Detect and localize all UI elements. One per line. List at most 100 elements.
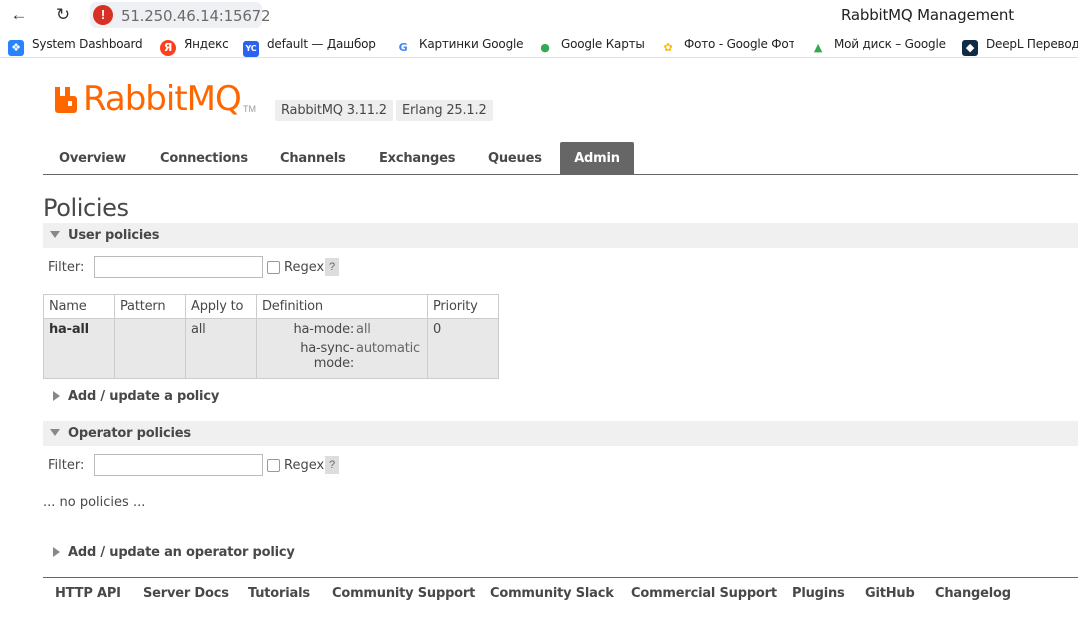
help-icon[interactable]: ? <box>325 456 339 474</box>
version-badge: RabbitMQ 3.11.2 <box>275 100 393 121</box>
bookmark-label: Картинки Google <box>419 37 524 51</box>
regex-label: Regex <box>284 260 325 275</box>
bookmark-label: Фото - Google Фот <box>684 37 794 51</box>
policy-priority: 0 <box>427 318 499 379</box>
address-text: 51.250.46.14:15672 <box>121 7 271 25</box>
bookmarks-bar: ❖ System Dashboard Я Яндекс YC default — Да… <box>0 32 1078 58</box>
section-title: User policies <box>68 228 160 243</box>
bookmark-yandex[interactable]: Я Яндекс <box>160 37 230 56</box>
regex-label: Regex <box>284 458 325 473</box>
footer-link-github[interactable]: GitHub <box>865 586 915 601</box>
section-title: Operator policies <box>68 426 191 441</box>
no-policies-text: ... no policies ... <box>43 495 146 510</box>
user-policies-filter-input[interactable] <box>94 256 263 278</box>
section-title: Add / update a policy <box>68 389 220 404</box>
bookmark-google-images[interactable]: G Картинки Google <box>395 37 525 56</box>
chevron-down-icon <box>50 429 60 436</box>
reload-icon[interactable]: ↻ <box>52 4 74 26</box>
definition-key: ha-mode: <box>293 322 355 337</box>
warning-icon: ! <box>93 5 113 25</box>
policy-name-link[interactable]: ha-all <box>43 318 115 379</box>
user-policies-regex-checkbox[interactable] <box>267 261 280 274</box>
footer-link-http-api[interactable]: HTTP API <box>55 586 121 601</box>
bookmark-label: Яндекс <box>184 37 229 51</box>
definition-value: automatic <box>356 341 420 356</box>
logo-trademark: TM <box>243 104 256 114</box>
table-row[interactable]: ha-all all ha-mode: all ha-sync-mode: au… <box>43 318 499 379</box>
chevron-down-icon <box>50 231 60 238</box>
footer-links: HTTP API Server Docs Tutorials Community… <box>43 577 1078 607</box>
definition-row: ha-sync-mode: automatic <box>262 341 422 375</box>
bookmark-label: Мой диск – Google <box>834 37 946 51</box>
filter-label: Filter: <box>48 458 85 473</box>
footer-link-changelog[interactable]: Changelog <box>935 586 1011 601</box>
footer-link-community-slack[interactable]: Community Slack <box>490 586 614 601</box>
jira-icon: ❖ <box>8 40 24 56</box>
window-title: RabbitMQ Management <box>841 6 1014 24</box>
browser-toolbar: ← ↻ ! 51.250.46.14:15672 RabbitMQ Manage… <box>0 0 1078 30</box>
column-header-pattern: Pattern <box>114 294 186 319</box>
bookmark-system-dashboard[interactable]: ❖ System Dashboard <box>8 37 142 56</box>
bookmark-label: Google Карты <box>561 37 645 51</box>
photos-icon: ✿ <box>660 40 676 56</box>
help-icon[interactable]: ? <box>325 258 339 276</box>
bookmark-label: DeepL Перевод <box>986 37 1078 51</box>
page-title: Policies <box>43 194 129 222</box>
policy-definition: ha-mode: all ha-sync-mode: automatic <box>256 318 428 379</box>
tab-exchanges[interactable]: Exchanges <box>363 142 471 174</box>
policy-apply-to: all <box>185 318 257 379</box>
chevron-right-icon <box>53 391 60 401</box>
bookmark-label: System Dashboard <box>32 37 142 51</box>
bookmark-google-drive[interactable]: ▲ Мой диск – Google <box>810 37 946 56</box>
yc-icon: YC <box>243 41 259 57</box>
address-bar[interactable]: ! 51.250.46.14:15672 <box>90 2 271 28</box>
tab-connections[interactable]: Connections <box>144 142 264 174</box>
column-header-priority: Priority <box>427 294 499 319</box>
bookmark-label: default — Дашбор <box>267 37 376 51</box>
user-policies-header[interactable]: User policies <box>43 223 1078 248</box>
footer-link-tutorials[interactable]: Tutorials <box>248 586 310 601</box>
definition-row: ha-mode: all <box>262 322 422 341</box>
maps-icon: ● <box>537 40 553 56</box>
back-arrow-icon[interactable]: ← <box>8 4 30 26</box>
add-policy-header[interactable]: Add / update a policy <box>43 384 1078 409</box>
table-header-row: Name Pattern Apply to Definition Priorit… <box>43 294 499 319</box>
google-icon: G <box>395 40 411 56</box>
footer-link-plugins[interactable]: Plugins <box>792 586 845 601</box>
deepl-icon: ◆ <box>962 40 978 56</box>
footer-link-server-docs[interactable]: Server Docs <box>143 586 229 601</box>
policy-pattern <box>114 318 186 379</box>
definition-table: ha-mode: all ha-sync-mode: automatic <box>262 322 422 375</box>
definition-value: all <box>356 322 371 337</box>
yandex-icon: Я <box>160 40 176 56</box>
chevron-right-icon <box>53 547 60 557</box>
bookmark-yc-default[interactable]: YC default — Дашбор <box>243 37 377 57</box>
tab-queues[interactable]: Queues <box>472 142 558 174</box>
section-title: Add / update an operator policy <box>68 545 295 560</box>
filter-label: Filter: <box>48 260 85 275</box>
logo-text-rabbit: Rabbit <box>83 79 188 119</box>
bookmark-google-maps[interactable]: ● Google Карты <box>537 37 647 56</box>
footer-link-commercial-support[interactable]: Commercial Support <box>631 586 777 601</box>
bookmark-deepl[interactable]: ◆ DeepL Перевод <box>962 37 1078 56</box>
bookmark-google-photos[interactable]: ✿ Фото - Google Фот <box>660 37 794 56</box>
definition-key: ha-sync-mode: <box>300 341 355 371</box>
rabbit-logo-icon <box>55 87 77 113</box>
logo-text-mq: MQ <box>186 79 242 119</box>
add-operator-policy-header[interactable]: Add / update an operator policy <box>43 540 1078 565</box>
tab-admin[interactable]: Admin <box>560 142 634 174</box>
logo-wordmark: RabbitMQ <box>83 79 242 119</box>
operator-policies-filter-input[interactable] <box>94 454 263 476</box>
tab-overview[interactable]: Overview <box>43 142 142 174</box>
operator-policies-regex-checkbox[interactable] <box>267 459 280 472</box>
drive-icon: ▲ <box>810 40 826 56</box>
operator-policies-header[interactable]: Operator policies <box>43 421 1078 446</box>
user-policies-table: Name Pattern Apply to Definition Priorit… <box>43 294 499 379</box>
column-header-definition: Definition <box>256 294 428 319</box>
column-header-apply-to: Apply to <box>185 294 257 319</box>
footer-link-community-support[interactable]: Community Support <box>332 586 475 601</box>
main-tabs: Overview Connections Channels Exchanges … <box>43 142 1078 175</box>
erlang-badge: Erlang 25.1.2 <box>396 100 493 121</box>
column-header-name: Name <box>43 294 115 319</box>
tab-channels[interactable]: Channels <box>264 142 362 174</box>
